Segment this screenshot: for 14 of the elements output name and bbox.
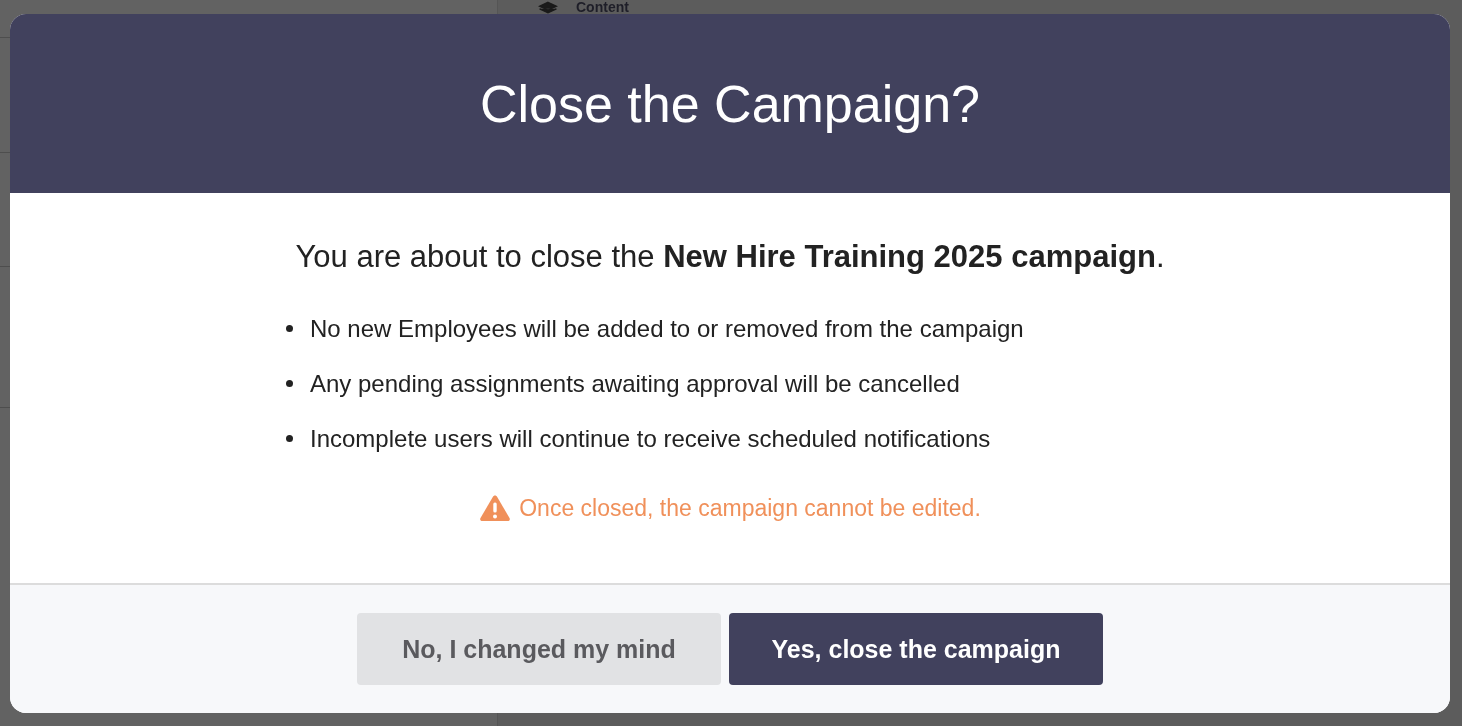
confirm-button[interactable]: Yes, close the campaign	[729, 613, 1103, 685]
bullet-icon	[286, 435, 293, 442]
bullet-text: Incomplete users will continue to receive scheduled notifications	[310, 424, 991, 453]
bullet-icon	[286, 325, 293, 332]
warning-icon	[479, 494, 512, 522]
bullet-text: Any pending assignments awaiting approval will be cancelled	[310, 369, 960, 398]
bullet-icon	[286, 380, 293, 387]
dialog-title: Close the Campaign?	[479, 73, 981, 134]
section-heading: Content	[576, 0, 629, 14]
cancel-button[interactable]: No, I changed my mind	[357, 613, 721, 685]
layers-icon	[538, 0, 558, 14]
intro-text: You are about to close the New Hire Training 2025 campaign.	[295, 239, 1165, 275]
bullet-text: No new Employees will be added to or removed from the campaign	[310, 314, 1024, 343]
warning-text: Once closed, the campaign cannot be edited.	[519, 494, 981, 522]
